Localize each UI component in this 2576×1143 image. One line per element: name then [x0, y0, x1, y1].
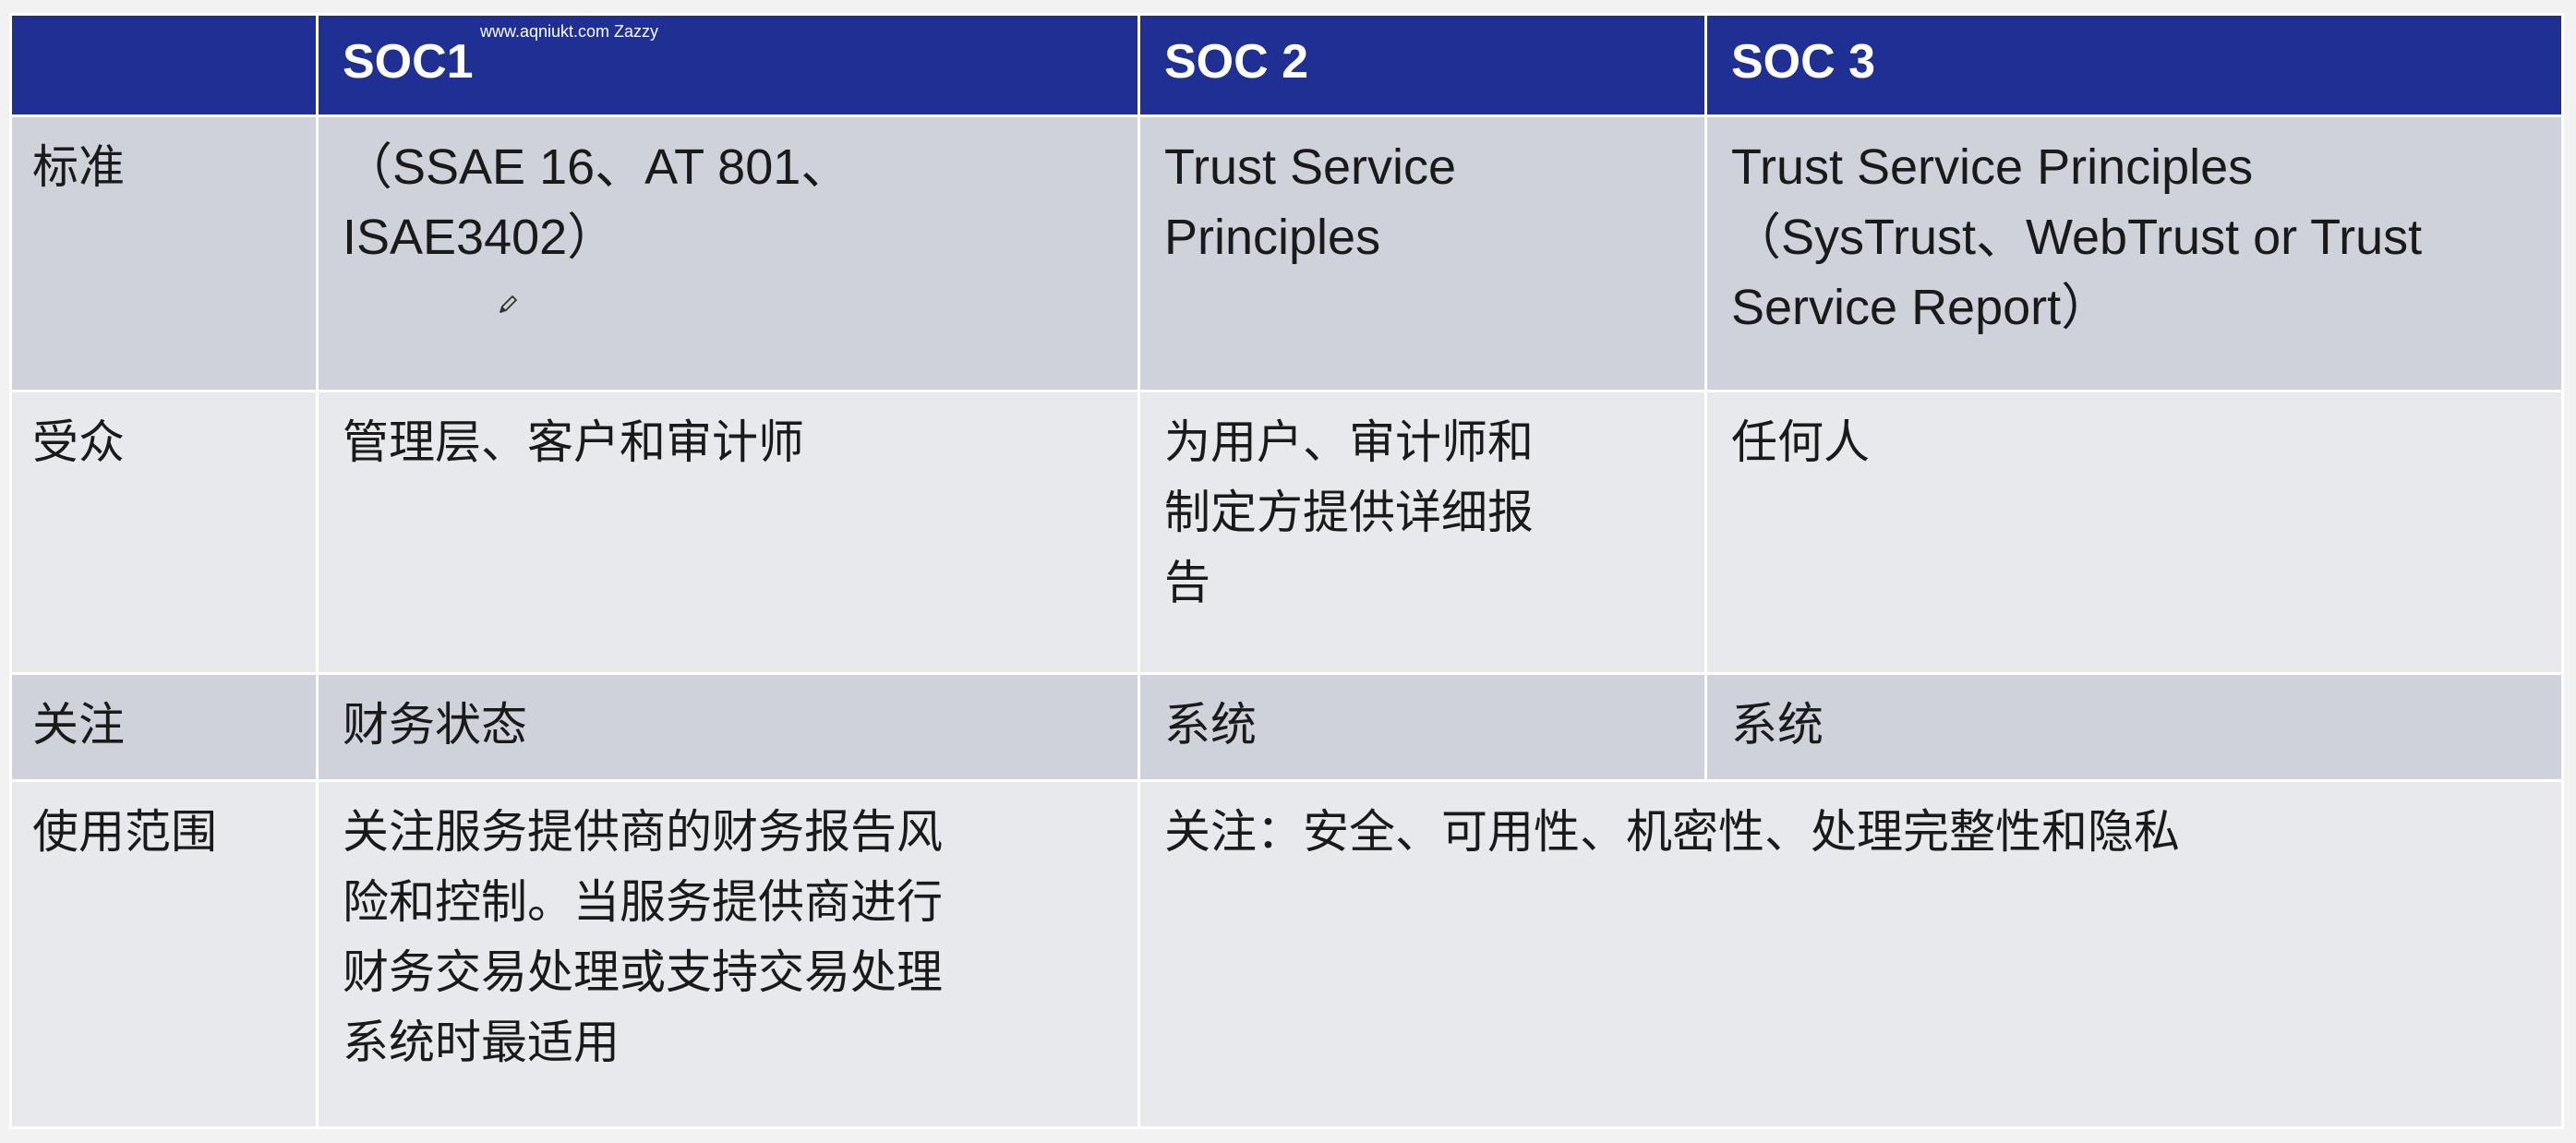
row-label-audience: 受众: [32, 415, 125, 469]
row-audience-soc1-cell: 管理层、客户和审计师: [316, 390, 1140, 675]
table-header-row: SOC1 SOC 2 SOC 3: [9, 13, 2564, 117]
row-scope-soc1-cell: 关注服务提供商的财务报告风 险和控制。当服务提供商进行 财务交易处理或支持交易处…: [316, 779, 1140, 1129]
table-row-audience: 受众 管理层、客户和审计师 为用户、审计师和 制定方提供详细报 告 任何人: [9, 390, 2564, 675]
focus-soc2: 系统: [1164, 698, 1257, 752]
audience-soc2: 为用户、审计师和 制定方提供详细报 告: [1164, 415, 1534, 609]
soc-comparison-table: SOC1 SOC 2 SOC 3 标准 （SSAE 16、AT 801、 ISA…: [9, 13, 2564, 1129]
row-scope-label-cell: 使用范围: [9, 779, 319, 1129]
pencil-icon: [500, 295, 517, 313]
row-audience-soc2-cell: 为用户、审计师和 制定方提供详细报 告: [1138, 390, 1707, 675]
scope-soc2-soc3: 关注：安全、可用性、机密性、处理完整性和隐私: [1164, 805, 2180, 859]
table-row-standard: 标准 （SSAE 16、AT 801、 ISAE3402） Trust Serv…: [9, 114, 2564, 392]
header-soc3: SOC 3: [1704, 13, 2564, 117]
header-blank-cell: [9, 13, 319, 117]
row-standard-soc3-cell: Trust Service Principles （SysTrust、WebTr…: [1704, 114, 2564, 392]
row-focus-soc1-cell: 财务状态: [316, 672, 1140, 782]
row-audience-label-cell: 受众: [9, 390, 319, 675]
row-audience-soc3-cell: 任何人: [1704, 390, 2564, 675]
row-label-focus: 关注: [32, 698, 125, 752]
row-label-scope: 使用范围: [32, 805, 217, 859]
standard-soc2: Trust Service Principles: [1164, 139, 1457, 265]
header-soc1-label: SOC1: [343, 35, 474, 89]
focus-soc3: 系统: [1731, 698, 1824, 752]
row-standard-soc1-cell: （SSAE 16、AT 801、 ISAE3402）: [316, 114, 1140, 392]
row-standard-soc2-cell: Trust Service Principles: [1138, 114, 1707, 392]
row-focus-soc3-cell: 系统: [1704, 672, 2564, 782]
audience-soc1: 管理层、客户和审计师: [343, 415, 804, 469]
standard-soc1: （SSAE 16、AT 801、 ISAE3402）: [343, 139, 851, 265]
watermark-text: www.aqniukt.com Zazzy: [480, 22, 659, 41]
row-focus-label-cell: 关注: [9, 672, 319, 782]
table-row-focus: 关注 财务状态 系统 系统: [9, 672, 2564, 782]
header-soc1: SOC1: [316, 13, 1140, 117]
table-row-scope: 使用范围 关注服务提供商的财务报告风 险和控制。当服务提供商进行 财务交易处理或…: [9, 779, 2564, 1129]
row-label-standard: 标准: [32, 140, 125, 194]
slide: SOC1 SOC 2 SOC 3 标准 （SSAE 16、AT 801、 ISA…: [0, 0, 2576, 1143]
focus-soc1: 财务状态: [343, 698, 527, 752]
row-focus-soc2-cell: 系统: [1138, 672, 1707, 782]
row-standard-label-cell: 标准: [9, 114, 319, 392]
standard-soc3: Trust Service Principles （SysTrust、WebTr…: [1731, 139, 2423, 335]
scope-soc1: 关注服务提供商的财务报告风 险和控制。当服务提供商进行 财务交易处理或支持交易处…: [343, 805, 943, 1069]
audience-soc3: 任何人: [1731, 415, 1870, 469]
header-soc2: SOC 2: [1138, 13, 1707, 117]
row-scope-soc2-soc3-cell: 关注：安全、可用性、机密性、处理完整性和隐私: [1138, 779, 2564, 1129]
